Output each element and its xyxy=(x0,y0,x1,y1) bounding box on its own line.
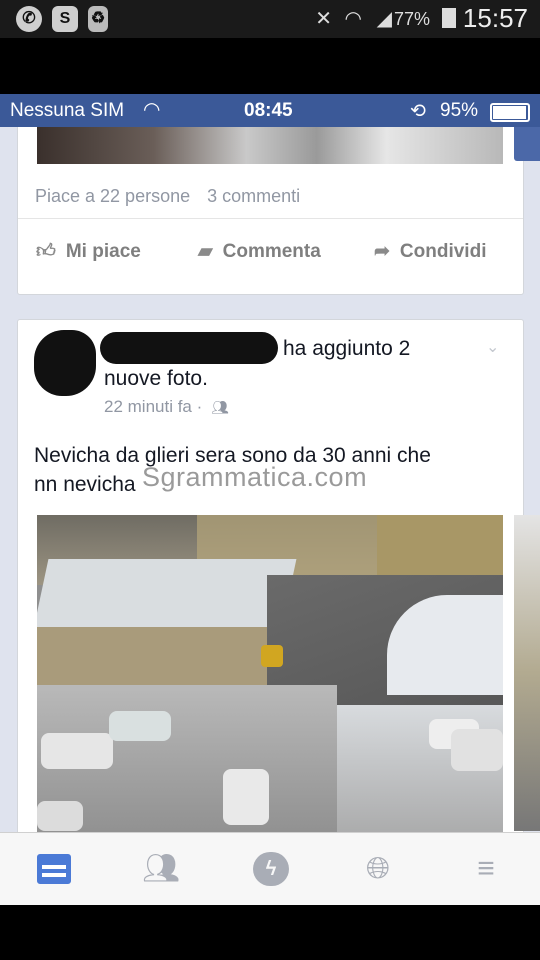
ios-status-bar: Nessuna SIM ◠ 08:45 ⟲ 95% xyxy=(0,94,540,127)
ios-time: 08:45 xyxy=(244,100,293,121)
comment-icon: ▰ xyxy=(198,241,213,262)
news-feed: Piace a 22 persone 3 commenti 👍︎ Mi piace… xyxy=(0,127,540,832)
friends-audience-icon: 👥︎ xyxy=(211,399,229,415)
whatsapp-icon: ✆ xyxy=(16,6,42,32)
globe-icon[interactable]: 🌐︎ xyxy=(358,851,398,887)
adjacent-card-edge xyxy=(514,127,540,161)
comment-button[interactable]: ▰ Commenta xyxy=(198,240,321,263)
post-action-text: ha aggiunto 2 xyxy=(283,337,411,360)
bottom-navigation: 👥︎ ϟ 🌐︎ ≡ xyxy=(0,832,540,905)
like-button[interactable]: 👍︎ Mi piace xyxy=(36,240,141,263)
share-icon: ➦ xyxy=(374,241,390,262)
post-card: ha aggiunto 2 nuove foto. ⌄ 22 minuti fa… xyxy=(17,319,524,832)
recycle-icon: ♻ xyxy=(88,6,108,32)
skype-icon: S xyxy=(52,6,78,32)
chevron-down-icon[interactable]: ⌄ xyxy=(486,337,499,357)
mute-icon: ✕ xyxy=(315,8,332,30)
carrier-label: Nessuna SIM xyxy=(10,100,125,121)
previous-post-card: Piace a 22 persone 3 commenti 👍︎ Mi piace… xyxy=(17,127,524,295)
thumbs-up-icon: 👍︎ xyxy=(36,241,56,262)
post-photo[interactable] xyxy=(37,515,503,832)
battery-icon xyxy=(490,103,530,122)
avatar[interactable] xyxy=(34,330,96,396)
signal-icon: ◢ xyxy=(376,8,392,30)
wifi-icon: ◠ xyxy=(143,99,161,121)
likes-count[interactable]: Piace a 22 persone xyxy=(35,186,190,206)
author-name[interactable] xyxy=(100,332,278,364)
post-timestamp[interactable]: 22 minuti fa · xyxy=(104,397,202,416)
previous-post-photo[interactable] xyxy=(37,127,503,164)
wifi-icon: ◠ xyxy=(344,8,362,30)
battery-icon xyxy=(442,8,456,28)
news-feed-icon[interactable] xyxy=(34,851,74,887)
next-photo-edge[interactable] xyxy=(514,515,540,831)
watermark-text: Sgrammatica.com xyxy=(142,462,368,492)
android-battery: 77% xyxy=(393,9,430,29)
android-status-bar: ✆ S ♻ ✕ ◠ ◢ 77% 15:57 xyxy=(0,0,540,38)
comments-count[interactable]: 3 commenti xyxy=(207,186,300,206)
divider xyxy=(18,218,523,219)
menu-icon[interactable]: ≡ xyxy=(466,851,506,887)
ios-battery-label: 95% xyxy=(440,100,479,121)
share-button[interactable]: ➦ Condividi xyxy=(374,240,486,263)
android-time: 15:57 xyxy=(462,3,528,33)
post-action-text-2: nuove foto. xyxy=(104,367,208,390)
friends-icon[interactable]: 👥︎ xyxy=(141,851,181,887)
rotation-lock-icon: ⟲ xyxy=(410,101,426,122)
messenger-icon[interactable]: ϟ xyxy=(251,851,291,887)
